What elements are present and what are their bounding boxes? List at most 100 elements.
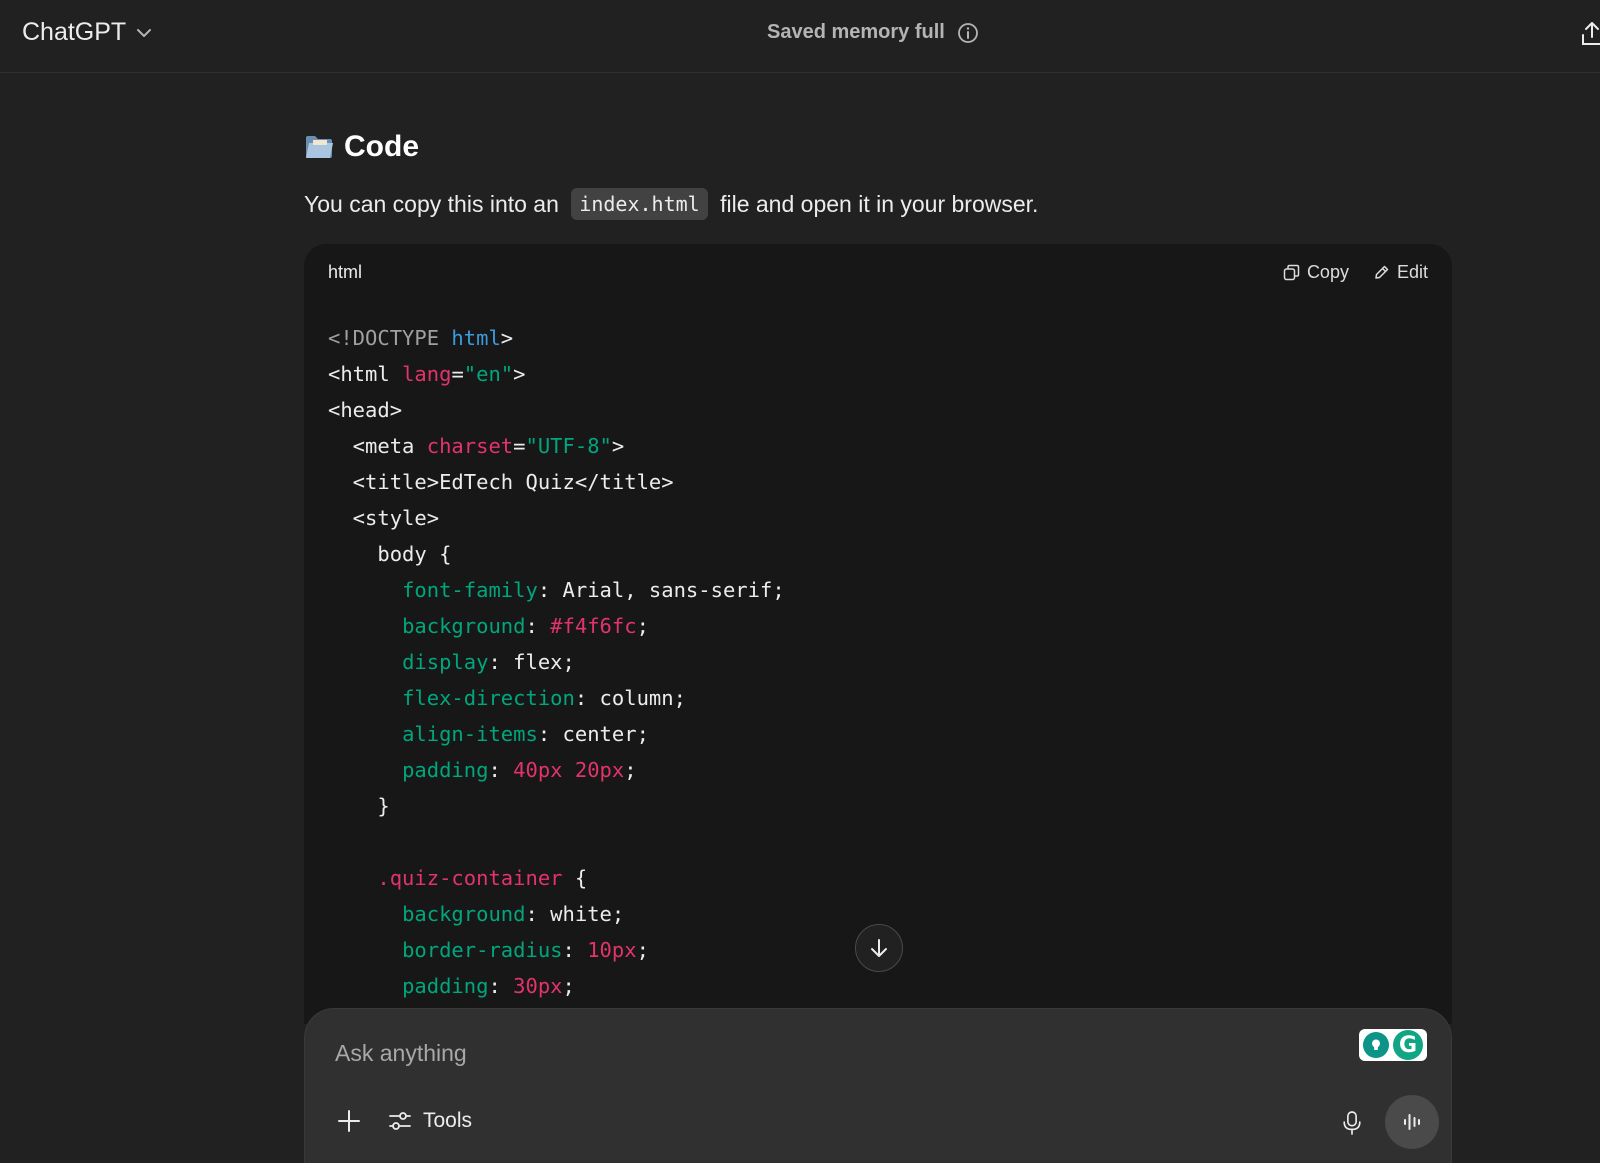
code-token: padding (402, 758, 489, 782)
code-token: : (488, 758, 514, 782)
code-line: font-family: Arial, sans-serif; (328, 572, 1428, 608)
intro-text-after: file and open it in your browser. (713, 190, 1039, 217)
code-token: : flex; (488, 650, 575, 674)
code-token: ; (636, 938, 649, 962)
code-token: "UTF-8" (525, 434, 612, 458)
code-token: 10px (587, 938, 637, 962)
code-line: .quiz-container { (328, 860, 1428, 896)
copy-button[interactable]: Copy (1283, 262, 1349, 283)
code-line: padding: 30px; (328, 968, 1428, 1004)
code-token: = (513, 434, 526, 458)
model-switcher[interactable]: ChatGPT (22, 18, 154, 47)
code-token: EdTech Quiz (439, 470, 575, 494)
dictate-button[interactable] (1337, 1106, 1367, 1140)
code-token: { (562, 866, 588, 890)
memory-status[interactable]: Saved memory full (767, 21, 979, 44)
code-token: padding (402, 974, 489, 998)
code-line: display: flex; (328, 644, 1428, 680)
code-content: <!DOCTYPE html> <html lang="en"> <head> <m… (304, 300, 1452, 1004)
code-token: : (488, 974, 514, 998)
code-token: = (451, 362, 464, 386)
memory-status-label: Saved memory full (767, 21, 945, 43)
code-line: flex-direction: column; (328, 680, 1428, 716)
code-token: "en" (463, 362, 514, 386)
code-header: html Copy Edit (304, 244, 1452, 300)
code-token: > (500, 326, 514, 350)
chevron-down-icon (137, 28, 152, 37)
code-line: <head> (328, 392, 1428, 428)
code-token: > (611, 434, 625, 458)
code-line: <title>EdTech Quiz</title> (328, 464, 1428, 500)
section-heading: Code (304, 130, 1452, 164)
code-line: } (328, 788, 1428, 824)
inline-code: index.html (571, 188, 708, 220)
code-token: border-radius (402, 938, 563, 962)
plus-icon (338, 1110, 360, 1132)
info-icon (957, 22, 978, 43)
code-token: lang (402, 362, 452, 386)
code-token: : (525, 614, 551, 638)
code-actions: Copy Edit (1283, 262, 1428, 283)
edit-button[interactable]: Edit (1373, 262, 1428, 283)
code-token: <head> (328, 398, 403, 422)
code-line: <meta charset="UTF-8"> (328, 428, 1428, 464)
code-token: <title> (328, 470, 440, 494)
code-token: <html (328, 362, 403, 386)
code-line: align-items: center; (328, 716, 1428, 752)
prompt-input[interactable] (335, 1033, 1295, 1073)
code-token: 30px (513, 974, 563, 998)
code-line: padding: 40px 20px; (328, 752, 1428, 788)
add-attachment-button[interactable] (333, 1105, 365, 1137)
voice-mode-button[interactable] (1385, 1095, 1439, 1149)
grammarly-widget[interactable]: G (1359, 1029, 1427, 1061)
scroll-to-bottom-button[interactable] (855, 924, 903, 972)
assistant-message: Code You can copy this into an index.htm… (304, 130, 1452, 220)
folder-icon (306, 136, 333, 158)
code-token: #f4f6fc (550, 614, 637, 638)
model-name: ChatGPT (22, 18, 127, 46)
code-token: ; (562, 974, 575, 998)
sliders-icon (389, 1112, 411, 1130)
arrow-down-icon (871, 939, 887, 957)
code-line: <!DOCTYPE html> (328, 320, 1428, 356)
edit-label: Edit (1396, 261, 1428, 282)
code-token: <meta (328, 434, 427, 458)
code-line: background: #f4f6fc; (328, 608, 1428, 644)
intro-text-before: You can copy this into an (304, 190, 566, 217)
code-token: charset (426, 434, 514, 458)
code-token: ; (624, 758, 637, 782)
code-token: : white; (525, 902, 625, 926)
code-token: } (328, 794, 390, 818)
code-line: <style> (328, 500, 1428, 536)
code-line: body { (328, 536, 1428, 572)
top-bar: ChatGPT Saved memory full (0, 0, 1600, 73)
pencil-icon (1375, 265, 1389, 279)
code-block: html Copy Edit <!DOCTYPE html> <html lang… (304, 244, 1452, 1024)
code-token: : Arial, sans-serif; (537, 578, 785, 602)
lightbulb-icon (1363, 1032, 1389, 1058)
code-token: </title> (574, 470, 674, 494)
code-token: align-items (402, 722, 538, 746)
code-token: > (513, 362, 526, 386)
code-token: body { (328, 542, 452, 566)
microphone-icon (1343, 1111, 1361, 1135)
code-language: html (328, 261, 363, 282)
waveform-icon (1404, 1114, 1420, 1130)
code-token: : column; (574, 686, 686, 710)
code-token: html (451, 326, 501, 350)
share-icon[interactable] (1580, 20, 1600, 48)
code-token: background (402, 614, 526, 638)
tools-button[interactable]: Tools (387, 1103, 472, 1139)
code-token: : center; (537, 722, 649, 746)
